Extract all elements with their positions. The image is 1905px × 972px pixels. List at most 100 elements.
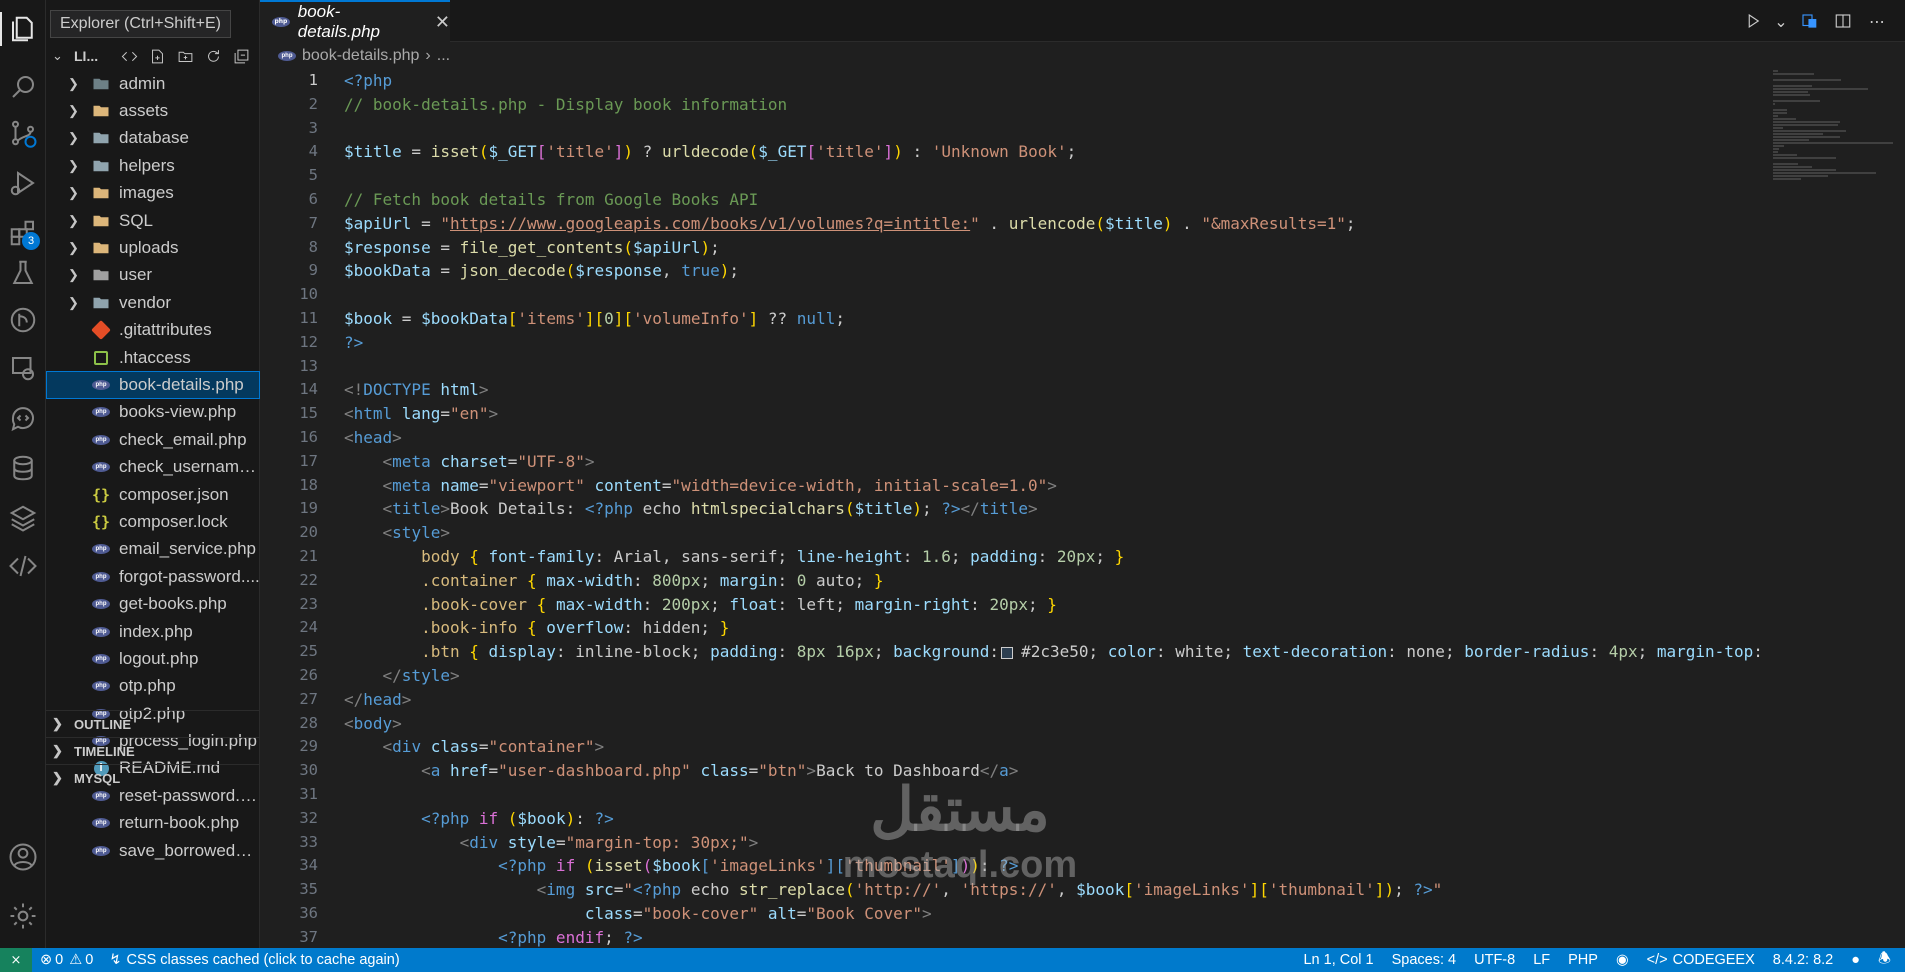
folder-item[interactable]: ❯ vendor bbox=[46, 289, 260, 316]
refresh-icon[interactable] bbox=[202, 46, 224, 66]
code-line[interactable]: $response = file_get_contents($apiUrl); bbox=[344, 236, 1784, 260]
mysql-section[interactable]: ❯ MYSQL bbox=[46, 764, 260, 791]
close-icon[interactable]: ✕ bbox=[435, 12, 450, 33]
new-folder-icon[interactable] bbox=[174, 46, 196, 66]
folder-item[interactable]: ❯ SQL bbox=[46, 207, 260, 234]
folder-item[interactable]: ❯ assets bbox=[46, 97, 260, 124]
code-line[interactable]: $title = isset($_GET['title']) ? urldeco… bbox=[344, 140, 1784, 164]
code-line[interactable]: <title>Book Details: <?php echo htmlspec… bbox=[344, 497, 1784, 521]
code-line[interactable] bbox=[344, 783, 1784, 807]
php-debug-icon[interactable] bbox=[1797, 9, 1821, 33]
cursor-position[interactable]: Ln 1, Col 1 bbox=[1295, 948, 1381, 972]
folder-item[interactable]: ❯ helpers bbox=[46, 152, 260, 179]
run-debug-icon[interactable] bbox=[0, 160, 46, 206]
outline-section[interactable]: ❯ OUTLINE bbox=[46, 710, 260, 737]
color-swatch[interactable] bbox=[1001, 646, 1014, 659]
file-item[interactable]: php logout.php bbox=[46, 645, 260, 672]
code-line[interactable]: <?php endif; ?> bbox=[344, 926, 1784, 948]
code-line[interactable]: <!DOCTYPE html> bbox=[344, 378, 1784, 402]
php-tools-icon[interactable] bbox=[0, 395, 46, 441]
file-item[interactable]: .htaccess bbox=[46, 344, 260, 371]
folder-item[interactable]: ❯ user bbox=[46, 262, 260, 289]
layers-icon[interactable] bbox=[0, 495, 46, 541]
folder-item[interactable]: ❯ database bbox=[46, 125, 260, 152]
encoding[interactable]: UTF-8 bbox=[1466, 948, 1523, 972]
code-editor[interactable]: 1 2 3 4 5 6 7 8 9 10 11 12 13 14 15 16 17 18 19 20 21 22 23 24 2… bbox=[260, 69, 1905, 948]
project-header[interactable]: ⌄ LI... bbox=[46, 42, 260, 70]
code-line[interactable]: // book-details.php - Display book infor… bbox=[344, 93, 1784, 117]
file-item[interactable]: php save_borrowed_b... bbox=[46, 837, 260, 864]
file-item[interactable]: php forgot-password.... bbox=[46, 563, 260, 590]
code-line[interactable]: ?> bbox=[344, 331, 1784, 355]
database-icon[interactable] bbox=[0, 445, 46, 491]
codegeex-icon[interactable] bbox=[0, 543, 46, 589]
file-item[interactable]: {} composer.json bbox=[46, 481, 260, 508]
codegeex-status[interactable]: </> CODEGEEX bbox=[1639, 948, 1763, 972]
folder-item[interactable]: ❯ uploads bbox=[46, 234, 260, 261]
minimap[interactable] bbox=[1765, 69, 1905, 948]
file-item[interactable]: php return-book.php bbox=[46, 810, 260, 837]
tab-book-details[interactable]: php book-details.php ✕ bbox=[260, 0, 450, 42]
new-file-icon[interactable] bbox=[146, 46, 168, 66]
more-actions-icon[interactable]: ⋯ bbox=[1865, 9, 1889, 33]
file-item[interactable]: php email_service.php bbox=[46, 536, 260, 563]
code-line[interactable] bbox=[344, 283, 1784, 307]
breadcrumb-file[interactable]: book-details.php bbox=[302, 47, 419, 65]
php-explorer-icon[interactable] bbox=[118, 46, 140, 66]
code-line[interactable]: .btn { display: inline-block; padding: 8… bbox=[344, 640, 1784, 664]
account-icon[interactable] bbox=[0, 834, 46, 880]
testing-icon[interactable] bbox=[0, 250, 46, 296]
indentation[interactable]: Spaces: 4 bbox=[1384, 948, 1465, 972]
git-graph-icon[interactable] bbox=[0, 297, 46, 343]
code-line[interactable]: <?php if ($book): ?> bbox=[344, 807, 1784, 831]
code-line[interactable]: class="book-cover" alt="Book Cover"> bbox=[344, 902, 1784, 926]
folder-item[interactable]: ❯ images bbox=[46, 180, 260, 207]
code-line[interactable] bbox=[344, 117, 1784, 141]
code-line[interactable]: </head> bbox=[344, 688, 1784, 712]
code-line[interactable]: <html lang="en"> bbox=[344, 402, 1784, 426]
file-item[interactable]: php index.php bbox=[46, 618, 260, 645]
code-line[interactable]: <img src="<?php echo str_replace('http:/… bbox=[344, 878, 1784, 902]
code-line[interactable]: .container { max-width: 800px; margin: 0… bbox=[344, 569, 1784, 593]
split-editor-icon[interactable] bbox=[1831, 9, 1855, 33]
code-line[interactable]: <head> bbox=[344, 426, 1784, 450]
code-line[interactable]: </style> bbox=[344, 664, 1784, 688]
code-line[interactable]: <?php if (isset($book['imageLinks']['thu… bbox=[344, 854, 1784, 878]
folder-item[interactable]: ❯ admin bbox=[46, 70, 260, 97]
notifications-dot-icon[interactable]: ● bbox=[1843, 948, 1868, 972]
file-item[interactable]: php books-view.php bbox=[46, 399, 260, 426]
file-item[interactable]: php get-books.php bbox=[46, 590, 260, 617]
file-item[interactable]: php check_username.... bbox=[46, 453, 260, 480]
run-icon[interactable] bbox=[1741, 9, 1765, 33]
code-line[interactable]: $apiUrl = "https://www.googleapis.com/bo… bbox=[344, 212, 1784, 236]
code-line[interactable]: <style> bbox=[344, 521, 1784, 545]
code-line[interactable]: .book-info { overflow: hidden; } bbox=[344, 616, 1784, 640]
bell-icon[interactable]: 🕭 bbox=[1870, 948, 1899, 972]
file-item[interactable]: .gitattributes bbox=[46, 317, 260, 344]
file-item[interactable]: php check_email.php bbox=[46, 426, 260, 453]
code-line[interactable] bbox=[344, 164, 1784, 188]
source-control-icon[interactable] bbox=[0, 110, 46, 156]
code-line[interactable]: // Fetch book details from Google Books … bbox=[344, 188, 1784, 212]
code-line[interactable]: <meta charset="UTF-8"> bbox=[344, 450, 1784, 474]
remote-explorer-icon[interactable] bbox=[0, 345, 46, 391]
search-icon[interactable] bbox=[0, 64, 46, 110]
css-cache-status[interactable]: ↯ CSS classes cached (click to cache aga… bbox=[101, 948, 407, 972]
code-line[interactable]: .book-cover { max-width: 200px; float: l… bbox=[344, 593, 1784, 617]
settings-gear-icon[interactable] bbox=[0, 893, 46, 939]
code-line[interactable]: <body> bbox=[344, 712, 1784, 736]
code-line[interactable]: $bookData = json_decode($response, true)… bbox=[344, 259, 1784, 283]
code-line[interactable]: body { font-family: Arial, sans-serif; l… bbox=[344, 545, 1784, 569]
file-item[interactable]: php book-details.php bbox=[46, 371, 260, 399]
end-of-line[interactable]: LF bbox=[1525, 948, 1558, 972]
collapse-all-icon[interactable] bbox=[230, 46, 252, 66]
code-line[interactable]: <div style="margin-top: 30px;"> bbox=[344, 831, 1784, 855]
timeline-section[interactable]: ❯ TIMELINE bbox=[46, 737, 260, 764]
code-line[interactable]: <a href="user-dashboard.php" class="btn"… bbox=[344, 759, 1784, 783]
file-item[interactable]: php otp.php bbox=[46, 673, 260, 700]
code-line[interactable]: <div class="container"> bbox=[344, 735, 1784, 759]
breadcrumb-symbols[interactable]: ... bbox=[437, 47, 450, 65]
code-line[interactable]: <?php bbox=[344, 69, 1784, 93]
code-line[interactable]: <meta name="viewport" content="width=dev… bbox=[344, 474, 1784, 498]
chevron-down-icon[interactable]: ⌄ bbox=[1774, 9, 1787, 33]
